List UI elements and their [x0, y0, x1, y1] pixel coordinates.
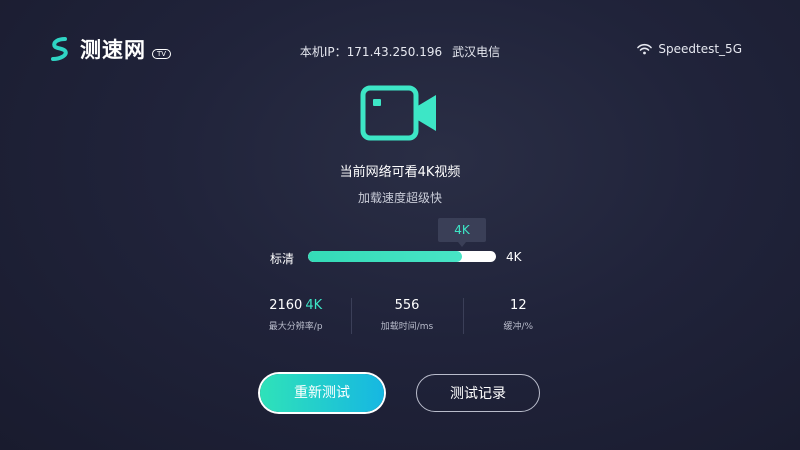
wifi-icon: [637, 43, 653, 55]
result-subtitle: 加载速度超级快: [357, 191, 442, 205]
stat-label: 缓冲/%: [503, 322, 534, 332]
wifi-name: Speedtest_5G: [658, 42, 742, 56]
isp-name: 武汉电信: [452, 45, 501, 59]
retest-button[interactable]: 重新测试: [260, 374, 384, 412]
quality-bar-fill: [308, 251, 463, 262]
stat-label: 最大分辨率/p: [268, 322, 323, 332]
result-title: 当前网络可看4K视频: [339, 165, 461, 180]
stat-accent: 4K: [305, 298, 323, 313]
stat-number: 2160: [269, 298, 303, 313]
stat-value: 2160 4K: [240, 296, 351, 316]
stat-value: 556: [351, 296, 462, 316]
quality-tooltip: 4K: [438, 218, 486, 247]
video-camera-icon: [360, 85, 436, 141]
stat-number: 556: [394, 298, 420, 313]
test-history-button[interactable]: 测试记录: [416, 374, 540, 412]
stats-panel: 2160 4K 最大分辨率/p 556 加载时间/ms 12 缓冲/%: [240, 296, 574, 340]
wifi-status: Speedtest_5G: [637, 42, 742, 56]
quality-min-label: 标清: [270, 252, 295, 266]
stat-max-resolution: 2160 4K 最大分辨率/p: [240, 296, 351, 340]
quality-bar: [308, 251, 496, 262]
header: 测速网 TV 本机IP：171.43.250.196 武汉电信 Speedtest…: [0, 0, 800, 90]
stat-label: 加载时间/ms: [380, 322, 434, 332]
stat-number: 12: [510, 298, 527, 313]
stat-buffering: 12 缓冲/%: [462, 296, 574, 340]
stat-value: 12: [463, 296, 574, 316]
stat-load-time: 556 加载时间/ms: [351, 296, 462, 340]
ip-address: 本机IP：171.43.250.196: [299, 45, 443, 59]
quality-max-label: 4K: [506, 250, 522, 264]
